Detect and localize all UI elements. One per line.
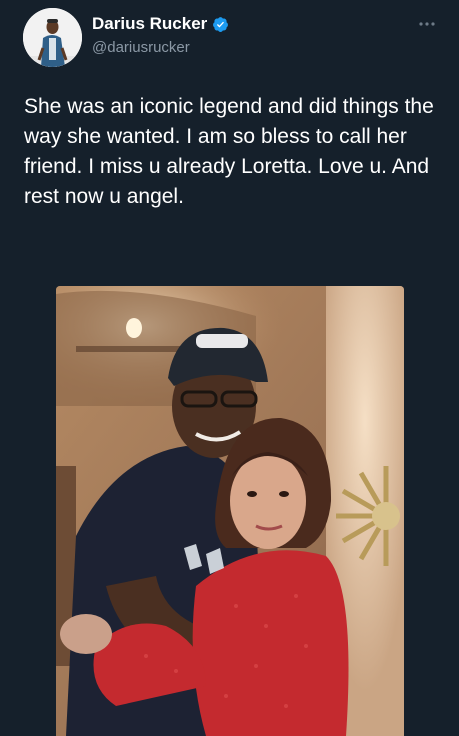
tweet-photo-image: [56, 286, 404, 736]
tweet-photo[interactable]: [56, 286, 404, 736]
verified-badge-icon: [212, 16, 229, 33]
more-options-icon[interactable]: [417, 16, 437, 26]
author-handle[interactable]: @dariusrucker: [92, 39, 190, 57]
author-name-row: Darius Rucker: [92, 14, 229, 34]
avatar[interactable]: [23, 8, 82, 67]
tweet-text: She was an iconic legend and did things …: [24, 95, 434, 208]
avatar-image: [23, 8, 82, 67]
author-display-name[interactable]: Darius Rucker: [92, 14, 207, 34]
